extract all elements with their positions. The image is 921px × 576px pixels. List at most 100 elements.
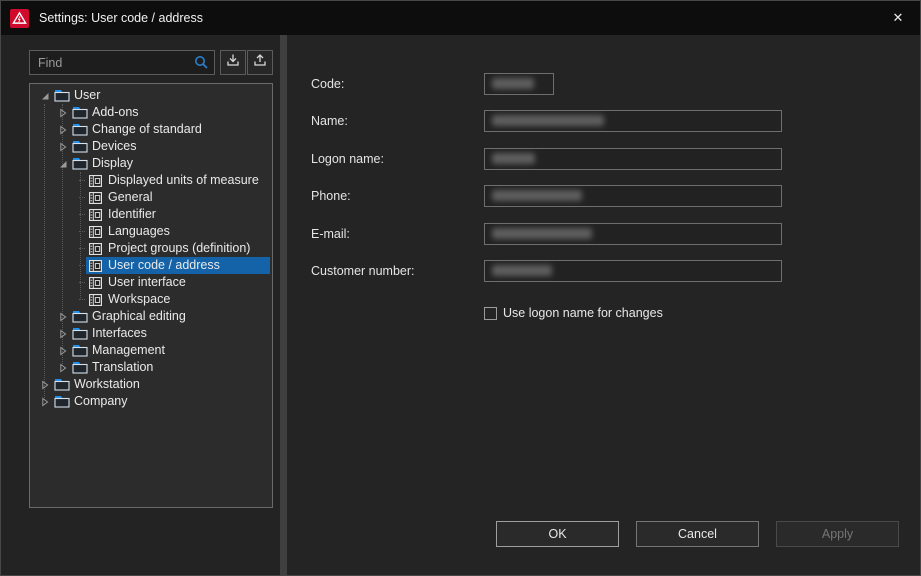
redacted-value [492, 153, 535, 164]
tree-item-content[interactable]: Identifier [86, 206, 270, 223]
expander-collapsed-icon[interactable] [56, 359, 70, 376]
settings-page-icon [87, 275, 104, 290]
tree-item-label: Interfaces [88, 325, 151, 342]
expander-collapsed-icon[interactable] [56, 308, 70, 325]
tree-item-content[interactable]: Workstation [52, 376, 270, 393]
tree-item-display[interactable]: Display [30, 155, 272, 172]
folder-icon [53, 377, 70, 392]
close-button[interactable]: ✕ [876, 1, 920, 35]
expander-collapsed-icon[interactable] [56, 138, 70, 155]
tree-item-content[interactable]: Project groups (definition) [86, 240, 270, 257]
tree-item-label: General [104, 189, 156, 206]
field-label-customer-number: Customer number: [311, 260, 415, 282]
export-settings-button[interactable] [247, 50, 273, 75]
tree-item-identifier[interactable]: Identifier [30, 206, 272, 223]
ok-button[interactable]: OK [496, 521, 619, 547]
tree-item-graphical-editing[interactable]: Graphical editing [30, 308, 272, 325]
tree-item-label: Change of standard [88, 121, 206, 138]
folder-icon [71, 122, 88, 137]
folder-icon [71, 139, 88, 154]
eplan-logo-icon [10, 9, 29, 28]
tree-item-content[interactable]: Workspace [86, 291, 270, 308]
import-icon [226, 53, 240, 72]
field-label-phone: Phone: [311, 185, 351, 207]
tree-item-label: User [70, 87, 104, 104]
tree-item-company[interactable]: Company [30, 393, 272, 410]
tree-item-user-interface[interactable]: User interface [30, 274, 272, 291]
tree-item-content[interactable]: Languages [86, 223, 270, 240]
tree-item-label: Graphical editing [88, 308, 190, 325]
folder-icon [53, 394, 70, 409]
tree-item-content[interactable]: Company [52, 393, 270, 410]
tree-item-devices[interactable]: Devices [30, 138, 272, 155]
search-icon[interactable] [194, 55, 209, 70]
detail-panel: Code:Name:Logon name:Phone:E-mail:Custom… [287, 35, 920, 575]
settings-page-icon [87, 241, 104, 256]
input-code[interactable] [484, 73, 554, 95]
tree-item-content[interactable]: Management [70, 342, 270, 359]
tree-item-project-groups-definition[interactable]: Project groups (definition) [30, 240, 272, 257]
expander-collapsed-icon[interactable] [56, 325, 70, 342]
tree-item-workstation[interactable]: Workstation [30, 376, 272, 393]
tree-item-label: Company [70, 393, 132, 410]
input-logon-name[interactable] [484, 148, 782, 170]
input-name[interactable] [484, 110, 782, 132]
tree-item-content[interactable]: General [86, 189, 270, 206]
tree-item-change-of-standard[interactable]: Change of standard [30, 121, 272, 138]
title-bar[interactable]: Settings: User code / address ✕ [1, 1, 920, 35]
tree-item-label: Workstation [70, 376, 144, 393]
tree-item-content[interactable]: Add-ons [70, 104, 270, 121]
tree-item-content[interactable]: Translation [70, 359, 270, 376]
tree-item-content[interactable]: Devices [70, 138, 270, 155]
tree-item-label: User interface [104, 274, 190, 291]
tree-item-label: Workspace [104, 291, 174, 308]
settings-tree: User Add-ons Change of standard Devices … [29, 83, 273, 508]
tree-item-label: Management [88, 342, 169, 359]
cancel-button[interactable]: Cancel [636, 521, 759, 547]
find-input[interactable] [30, 56, 194, 70]
settings-page-icon [87, 224, 104, 239]
tree-item-label: Add-ons [88, 104, 143, 121]
tree-item-content[interactable]: Graphical editing [70, 308, 270, 325]
input-e-mail[interactable] [484, 223, 782, 245]
expander-collapsed-icon[interactable] [56, 342, 70, 359]
field-label-logon-name: Logon name: [311, 148, 384, 170]
tree-item-content[interactable]: User code / address [86, 257, 270, 274]
use-logon-name-checkbox[interactable]: Use logon name for changes [484, 305, 663, 321]
tree-item-content[interactable]: User interface [86, 274, 270, 291]
tree-item-content[interactable]: Interfaces [70, 325, 270, 342]
tree-item-translation[interactable]: Translation [30, 359, 272, 376]
input-phone[interactable] [484, 185, 782, 207]
tree-item-content[interactable]: Display [70, 155, 270, 172]
tree-item-add-ons[interactable]: Add-ons [30, 104, 272, 121]
settings-page-icon [87, 173, 104, 188]
expander-collapsed-icon[interactable] [38, 376, 52, 393]
settings-tree-rows: User Add-ons Change of standard Devices … [30, 84, 272, 410]
expander-expanded-icon[interactable] [56, 155, 70, 172]
tree-item-interfaces[interactable]: Interfaces [30, 325, 272, 342]
import-settings-button[interactable] [220, 50, 246, 75]
tree-item-languages[interactable]: Languages [30, 223, 272, 240]
settings-page-icon [87, 190, 104, 205]
expander-collapsed-icon[interactable] [56, 104, 70, 121]
checkbox-icon[interactable] [484, 307, 497, 320]
tree-item-label: Display [88, 155, 137, 172]
tree-item-user-code-address[interactable]: User code / address [30, 257, 272, 274]
tree-item-content[interactable]: User [52, 87, 270, 104]
expander-collapsed-icon[interactable] [56, 121, 70, 138]
tree-item-displayed-units-of-measure[interactable]: Displayed units of measure [30, 172, 272, 189]
redacted-value [492, 78, 534, 89]
expander-expanded-icon[interactable] [38, 87, 52, 104]
apply-button[interactable]: Apply [776, 521, 899, 547]
tree-item-workspace[interactable]: Workspace [30, 291, 272, 308]
tree-item-content[interactable]: Change of standard [70, 121, 270, 138]
tree-item-management[interactable]: Management [30, 342, 272, 359]
expander-collapsed-icon[interactable] [38, 393, 52, 410]
redacted-value [492, 265, 552, 276]
input-customer-number[interactable] [484, 260, 782, 282]
tree-item-content[interactable]: Displayed units of measure [86, 172, 270, 189]
tree-item-user[interactable]: User [30, 87, 272, 104]
panel-splitter[interactable] [280, 35, 287, 575]
tree-item-general[interactable]: General [30, 189, 272, 206]
settings-dialog: Settings: User code / address ✕ [0, 0, 921, 576]
